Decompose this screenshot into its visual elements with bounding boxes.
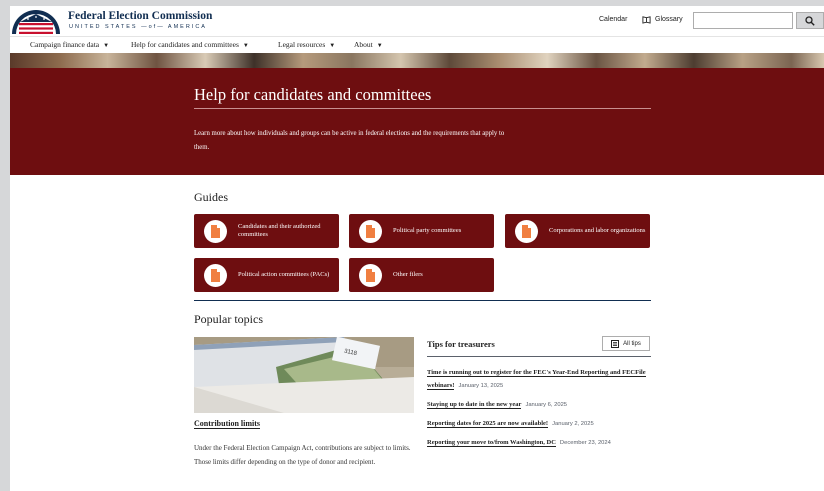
- brand-subtitle: UNITED STATES —of— AMERICA: [69, 24, 207, 30]
- guide-card-label: Other filers: [393, 271, 423, 278]
- guide-card-label: Political party committees: [393, 227, 462, 234]
- tip-link[interactable]: Reporting dates for 2025 are now availab…: [427, 420, 549, 428]
- guide-card-label: Political action committees (PACs): [238, 271, 330, 278]
- calendar-link[interactable]: Calendar: [599, 16, 627, 23]
- tip-date: January 13, 2025: [458, 383, 504, 389]
- all-tips-button[interactable]: All tips: [602, 336, 650, 351]
- popular-topics-heading: Popular topics: [194, 312, 263, 326]
- guide-card-corporations[interactable]: Corporations and labor organizations: [505, 214, 650, 248]
- main-nav: Campaign finance data ▼ Help for candidat…: [10, 36, 824, 54]
- nav-item-legal-resources[interactable]: Legal resources ▼: [278, 40, 335, 49]
- page-title: Help for candidates and committees: [194, 85, 432, 104]
- tip-link[interactable]: Reporting your move to/from Washington, …: [427, 439, 556, 447]
- caret-down-icon: ▼: [376, 43, 383, 49]
- search-button[interactable]: [796, 12, 824, 29]
- nav-item-label: Campaign finance data: [30, 40, 100, 49]
- contribution-limits-link[interactable]: Contribution limits: [194, 419, 261, 429]
- document-icon: [359, 263, 382, 287]
- window-frame-left: [0, 0, 10, 491]
- hero-divider: [194, 108, 651, 109]
- nav-item-about[interactable]: About ▼: [354, 40, 383, 49]
- contribution-limits-description: Under the Federal Election Campaign Act,…: [194, 444, 411, 466]
- nav-item-label: Help for candidates and committees: [131, 40, 239, 49]
- tip-item: Reporting your move to/from Washington, …: [427, 436, 657, 450]
- document-icon: [204, 219, 227, 243]
- tips-divider: [427, 356, 651, 357]
- site-header: Federal Election Commission UNITED STATE…: [10, 6, 824, 36]
- tip-item: Time is running out to register for the …: [427, 366, 657, 393]
- tip-item: Reporting dates for 2025 are now availab…: [427, 417, 657, 431]
- brand-title[interactable]: Federal Election Commission: [68, 10, 212, 22]
- fec-seal-logo-icon[interactable]: [10, 8, 62, 34]
- guide-card-label: Corporations and labor organizations: [549, 227, 646, 234]
- guide-card-candidates[interactable]: Candidates and their authorized committe…: [194, 214, 339, 248]
- tip-date: January 6, 2025: [525, 402, 568, 408]
- guide-card-label: Candidates and their authorized committe…: [238, 223, 321, 238]
- glossary-link[interactable]: Glossary: [642, 15, 683, 24]
- guides-heading: Guides: [194, 190, 228, 204]
- tip-date: December 23, 2024: [559, 440, 611, 446]
- caret-down-icon: ▼: [242, 43, 249, 49]
- guide-card-pacs[interactable]: Political action committees (PACs): [194, 258, 339, 292]
- document-icon: [204, 263, 227, 287]
- hero-banner: Help for candidates and committees Learn…: [10, 68, 824, 175]
- caret-down-icon: ▼: [103, 43, 110, 49]
- tip-item: Staying up to date in the new year Januar…: [427, 398, 657, 412]
- hero-crowd-photo: [10, 53, 824, 68]
- section-divider: [194, 300, 651, 301]
- document-icon: [515, 219, 538, 243]
- glossary-label: Glossary: [655, 16, 683, 23]
- search-input[interactable]: [693, 12, 793, 29]
- list-icon: [611, 339, 620, 348]
- tips-heading: Tips for treasurers: [427, 339, 495, 349]
- book-icon: [642, 16, 651, 24]
- guide-card-other-filers[interactable]: Other filers: [349, 258, 494, 292]
- tip-date: January 2, 2025: [552, 421, 594, 427]
- guide-card-party[interactable]: Political party committees: [349, 214, 494, 248]
- nav-item-label: About: [354, 40, 373, 49]
- nav-item-help-candidates[interactable]: Help for candidates and committees ▼: [131, 40, 249, 49]
- document-icon: [359, 219, 382, 243]
- search-icon: [805, 15, 815, 26]
- page: Federal Election Commission UNITED STATE…: [10, 6, 824, 491]
- tip-link[interactable]: Staying up to date in the new year: [427, 401, 522, 409]
- caret-down-icon: ▼: [329, 43, 336, 49]
- nav-item-label: Legal resources: [278, 40, 326, 49]
- contribution-envelope-image[interactable]: 3118: [194, 337, 414, 413]
- nav-item-campaign-finance-data[interactable]: Campaign finance data ▼: [30, 40, 109, 49]
- all-tips-label: All tips: [623, 340, 641, 347]
- hero-intro-text: Learn more about how individuals and gro…: [194, 130, 505, 151]
